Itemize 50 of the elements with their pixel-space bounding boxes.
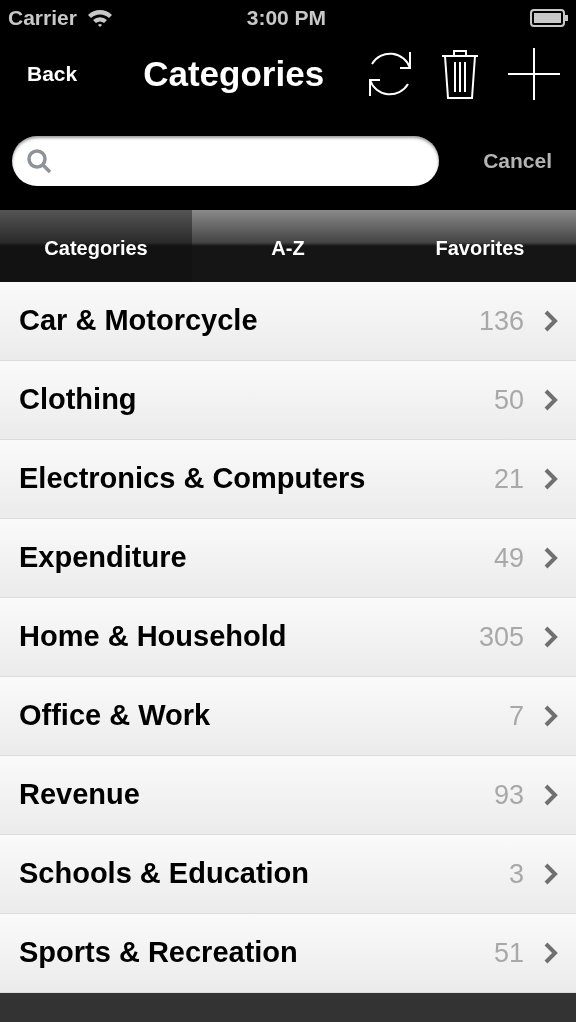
chevron-icon xyxy=(544,705,558,727)
carrier-label: Carrier xyxy=(8,5,77,32)
chevron-icon xyxy=(544,784,558,806)
category-name: Office & Work xyxy=(19,698,211,734)
tab[interactable]: Categories xyxy=(0,210,192,282)
category-row[interactable]: Home & Household 305 xyxy=(0,598,576,677)
chevron-icon xyxy=(544,863,558,885)
tab[interactable]: Favorites xyxy=(384,210,576,282)
category-name: Clothing xyxy=(19,382,137,418)
category-count: 21 xyxy=(493,462,524,496)
chevron-icon xyxy=(544,468,558,490)
battery-icon xyxy=(530,9,568,27)
category-row[interactable]: Sports & Recreation 51 xyxy=(0,914,576,993)
category-row[interactable]: Office & Work 7 xyxy=(0,677,576,756)
tab[interactable]: A-Z xyxy=(192,210,384,282)
category-name: Revenue xyxy=(19,777,140,813)
chevron-icon xyxy=(544,626,558,648)
chevron-icon xyxy=(544,389,558,411)
page-title: Categories xyxy=(143,52,325,95)
category-row[interactable]: Clothing 50 xyxy=(0,361,576,440)
category-name: Schools & Education xyxy=(19,856,310,892)
trash-icon[interactable] xyxy=(440,48,481,100)
category-row[interactable]: Electronics & Computers 21 xyxy=(0,440,576,519)
category-name: Home & Household xyxy=(19,619,287,655)
category-count: 49 xyxy=(493,541,524,575)
category-row[interactable]: Schools & Education 3 xyxy=(0,835,576,914)
category-name: Electronics & Computers xyxy=(19,461,366,497)
add-icon[interactable] xyxy=(508,48,561,100)
chevron-icon xyxy=(544,942,558,964)
category-count: 50 xyxy=(493,383,524,417)
category-count: 305 xyxy=(478,620,524,654)
category-name: Sports & Recreation xyxy=(19,935,298,971)
category-name: Car & Motorcycle xyxy=(19,303,258,339)
clock-label: 3:00 PM xyxy=(246,5,327,32)
search-icon xyxy=(26,148,52,174)
category-count: 136 xyxy=(478,304,524,338)
wifi-icon xyxy=(86,8,113,28)
category-count: 7 xyxy=(508,699,524,733)
cancel-button[interactable]: Cancel xyxy=(483,145,552,177)
category-row[interactable]: Car & Motorcycle 136 xyxy=(0,282,576,361)
chevron-icon xyxy=(544,547,558,569)
category-name: Expenditure xyxy=(19,540,187,576)
chevron-icon xyxy=(544,310,558,332)
category-row[interactable]: Expenditure 49 xyxy=(0,519,576,598)
category-count: 93 xyxy=(493,778,524,812)
search-field[interactable] xyxy=(12,136,439,186)
category-count: 51 xyxy=(493,936,524,970)
category-count: 3 xyxy=(508,857,524,891)
back-button[interactable]: Back xyxy=(27,58,78,90)
category-row[interactable]: Revenue 93 xyxy=(0,756,576,835)
